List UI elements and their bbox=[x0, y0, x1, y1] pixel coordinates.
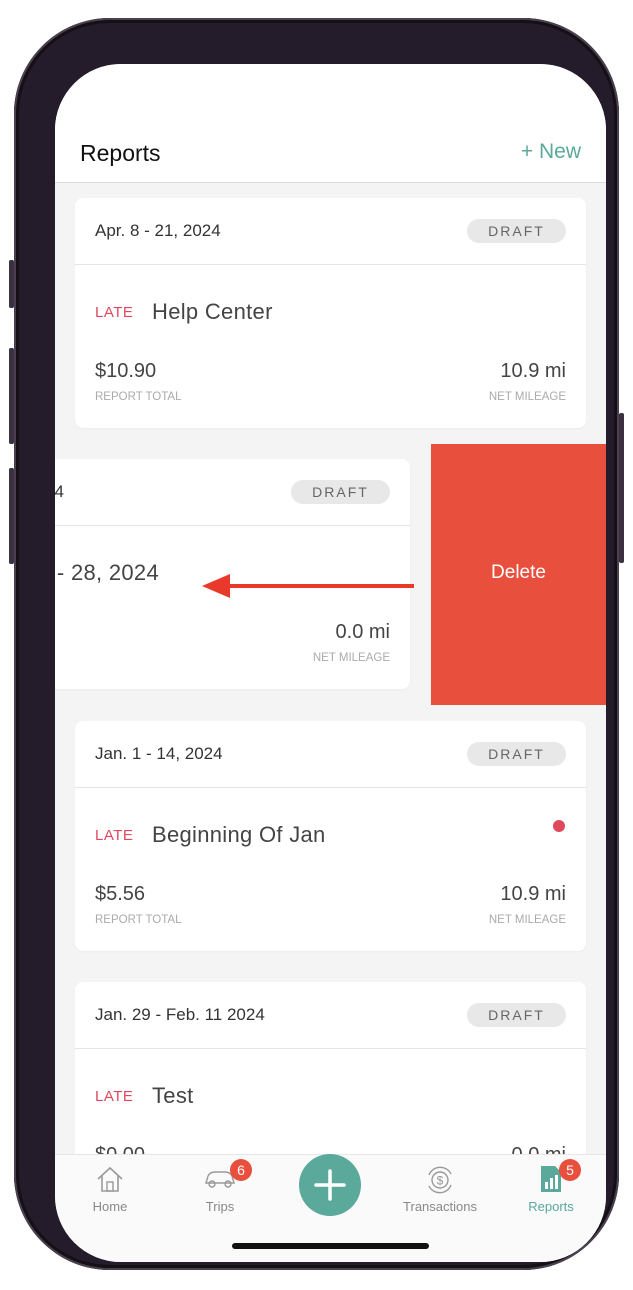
report-name: - 28, 2024 bbox=[56, 560, 159, 585]
net-mileage-label: NET MILEAGE bbox=[488, 391, 566, 403]
status-badge: DRAFT bbox=[467, 1003, 566, 1027]
report-date: Jan. 1 - 14, 2024 bbox=[95, 744, 223, 763]
report-name: Help Center bbox=[152, 299, 273, 324]
late-label: LATE bbox=[95, 827, 134, 844]
tab-home-label: Home bbox=[92, 1199, 128, 1214]
tab-transactions[interactable]: $ Transactions bbox=[385, 1155, 495, 1235]
report-total: $10.90 bbox=[95, 360, 157, 382]
delete-label: Delete bbox=[491, 562, 546, 583]
volume-up-button bbox=[9, 348, 14, 444]
status-badge: DRAFT bbox=[291, 480, 390, 504]
phone-frame: Reports + New Apr. 8 - 21, 2024 DRAFT LA… bbox=[9, 18, 624, 1270]
report-card[interactable]: Jan. 1 - 14, 2024 DRAFT LATE Beginning O… bbox=[75, 721, 586, 951]
tab-transactions-label: Transactions bbox=[403, 1199, 477, 1214]
page-title: Reports bbox=[80, 140, 161, 166]
power-button bbox=[619, 413, 624, 563]
report-total-label: REPORT TOTAL bbox=[95, 391, 182, 403]
home-icon bbox=[97, 1166, 123, 1192]
svg-text:$: $ bbox=[437, 1174, 444, 1188]
report-card[interactable]: Apr. 8 - 21, 2024 DRAFT LATE Help Center… bbox=[75, 198, 586, 428]
report-name: Test bbox=[152, 1083, 194, 1108]
report-date: 4 bbox=[55, 482, 64, 501]
mute-switch bbox=[9, 260, 14, 308]
new-report-button[interactable]: + New bbox=[521, 140, 581, 164]
tab-trips-label: Trips bbox=[205, 1199, 235, 1214]
add-button[interactable] bbox=[299, 1154, 361, 1216]
screen: Reports + New Apr. 8 - 21, 2024 DRAFT LA… bbox=[55, 64, 606, 1262]
home-indicator[interactable] bbox=[232, 1243, 429, 1249]
volume-down-button bbox=[9, 468, 14, 564]
report-date-row: Jan. 1 - 14, 2024 DRAFT bbox=[75, 721, 586, 788]
status-badge: DRAFT bbox=[467, 742, 566, 766]
delete-button[interactable]: Delete bbox=[431, 444, 606, 705]
net-mileage-label: NET MILEAGE bbox=[312, 652, 390, 664]
tab-trips[interactable]: 6 Trips bbox=[165, 1155, 275, 1235]
tab-reports-label: Reports bbox=[528, 1199, 574, 1214]
late-label: LATE bbox=[95, 304, 134, 321]
report-total-label: REPORT TOTAL bbox=[95, 914, 182, 926]
net-mileage-label: NET MILEAGE bbox=[488, 914, 566, 926]
report-date: Apr. 8 - 21, 2024 bbox=[95, 221, 221, 240]
report-date-row: Apr. 8 - 21, 2024 DRAFT bbox=[75, 198, 586, 265]
net-mileage: 10.9 mi bbox=[500, 360, 566, 382]
tab-reports[interactable]: 5 Reports bbox=[496, 1155, 606, 1235]
late-label: LATE bbox=[95, 1088, 134, 1105]
report-date-row: 4 DRAFT bbox=[55, 459, 410, 526]
status-badge: DRAFT bbox=[467, 219, 566, 243]
net-mileage: 10.9 mi bbox=[500, 883, 566, 905]
report-total: $5.56 bbox=[95, 883, 146, 905]
app-header: Reports + New bbox=[55, 64, 606, 183]
swipe-arrow-icon bbox=[202, 574, 414, 598]
trips-count-badge: 6 bbox=[230, 1159, 252, 1181]
transactions-icon: $ bbox=[428, 1166, 452, 1194]
tab-home[interactable]: Home bbox=[55, 1155, 165, 1235]
report-name: Beginning Of Jan bbox=[152, 822, 326, 847]
plus-icon bbox=[314, 1169, 346, 1201]
report-date-row: Jan. 29 - Feb. 11 2024 DRAFT bbox=[75, 982, 586, 1049]
report-date: Jan. 29 - Feb. 11 2024 bbox=[95, 1005, 265, 1024]
net-mileage: 0.0 mi bbox=[335, 621, 390, 643]
unread-dot bbox=[553, 820, 565, 832]
reports-count-badge: 5 bbox=[559, 1159, 581, 1181]
